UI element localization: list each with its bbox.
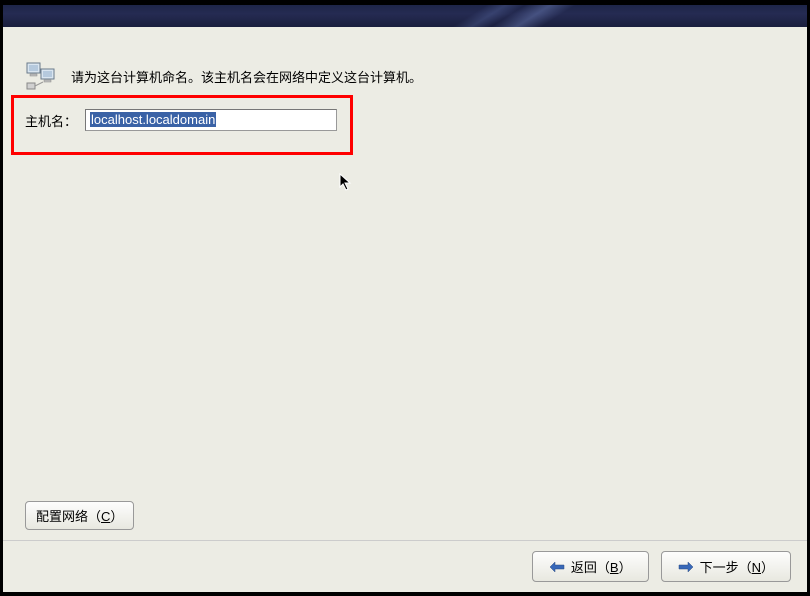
hostname-section: 主机名： localhost.localdomain: [11, 109, 785, 131]
network-computers-icon: [25, 61, 57, 91]
back-button-label: 返回（B）: [571, 557, 632, 576]
hostname-input[interactable]: localhost.localdomain: [85, 109, 337, 131]
footer-bar: 返回（B） 下一步（N）: [3, 540, 807, 592]
content-area: 请为这台计算机命名。该主机名会在网络中定义这台计算机。 主机名： localho…: [3, 27, 807, 540]
header-banner: [3, 5, 807, 27]
arrow-left-icon: [549, 561, 565, 573]
arrow-right-icon: [678, 561, 694, 573]
hostname-row: 主机名： localhost.localdomain: [11, 109, 785, 131]
next-button[interactable]: 下一步（N）: [661, 551, 791, 582]
mouse-cursor-icon: [339, 173, 353, 194]
next-button-label: 下一步（N）: [700, 557, 774, 576]
installer-window: 请为这台计算机命名。该主机名会在网络中定义这台计算机。 主机名： localho…: [2, 4, 808, 593]
instruction-text: 请为这台计算机命名。该主机名会在网络中定义这台计算机。: [71, 67, 422, 86]
hostname-label: 主机名：: [25, 111, 77, 130]
instruction-row: 请为这台计算机命名。该主机名会在网络中定义这台计算机。: [25, 61, 785, 91]
back-button[interactable]: 返回（B）: [532, 551, 649, 582]
configure-network-button[interactable]: 配置网络（C）: [25, 501, 134, 530]
